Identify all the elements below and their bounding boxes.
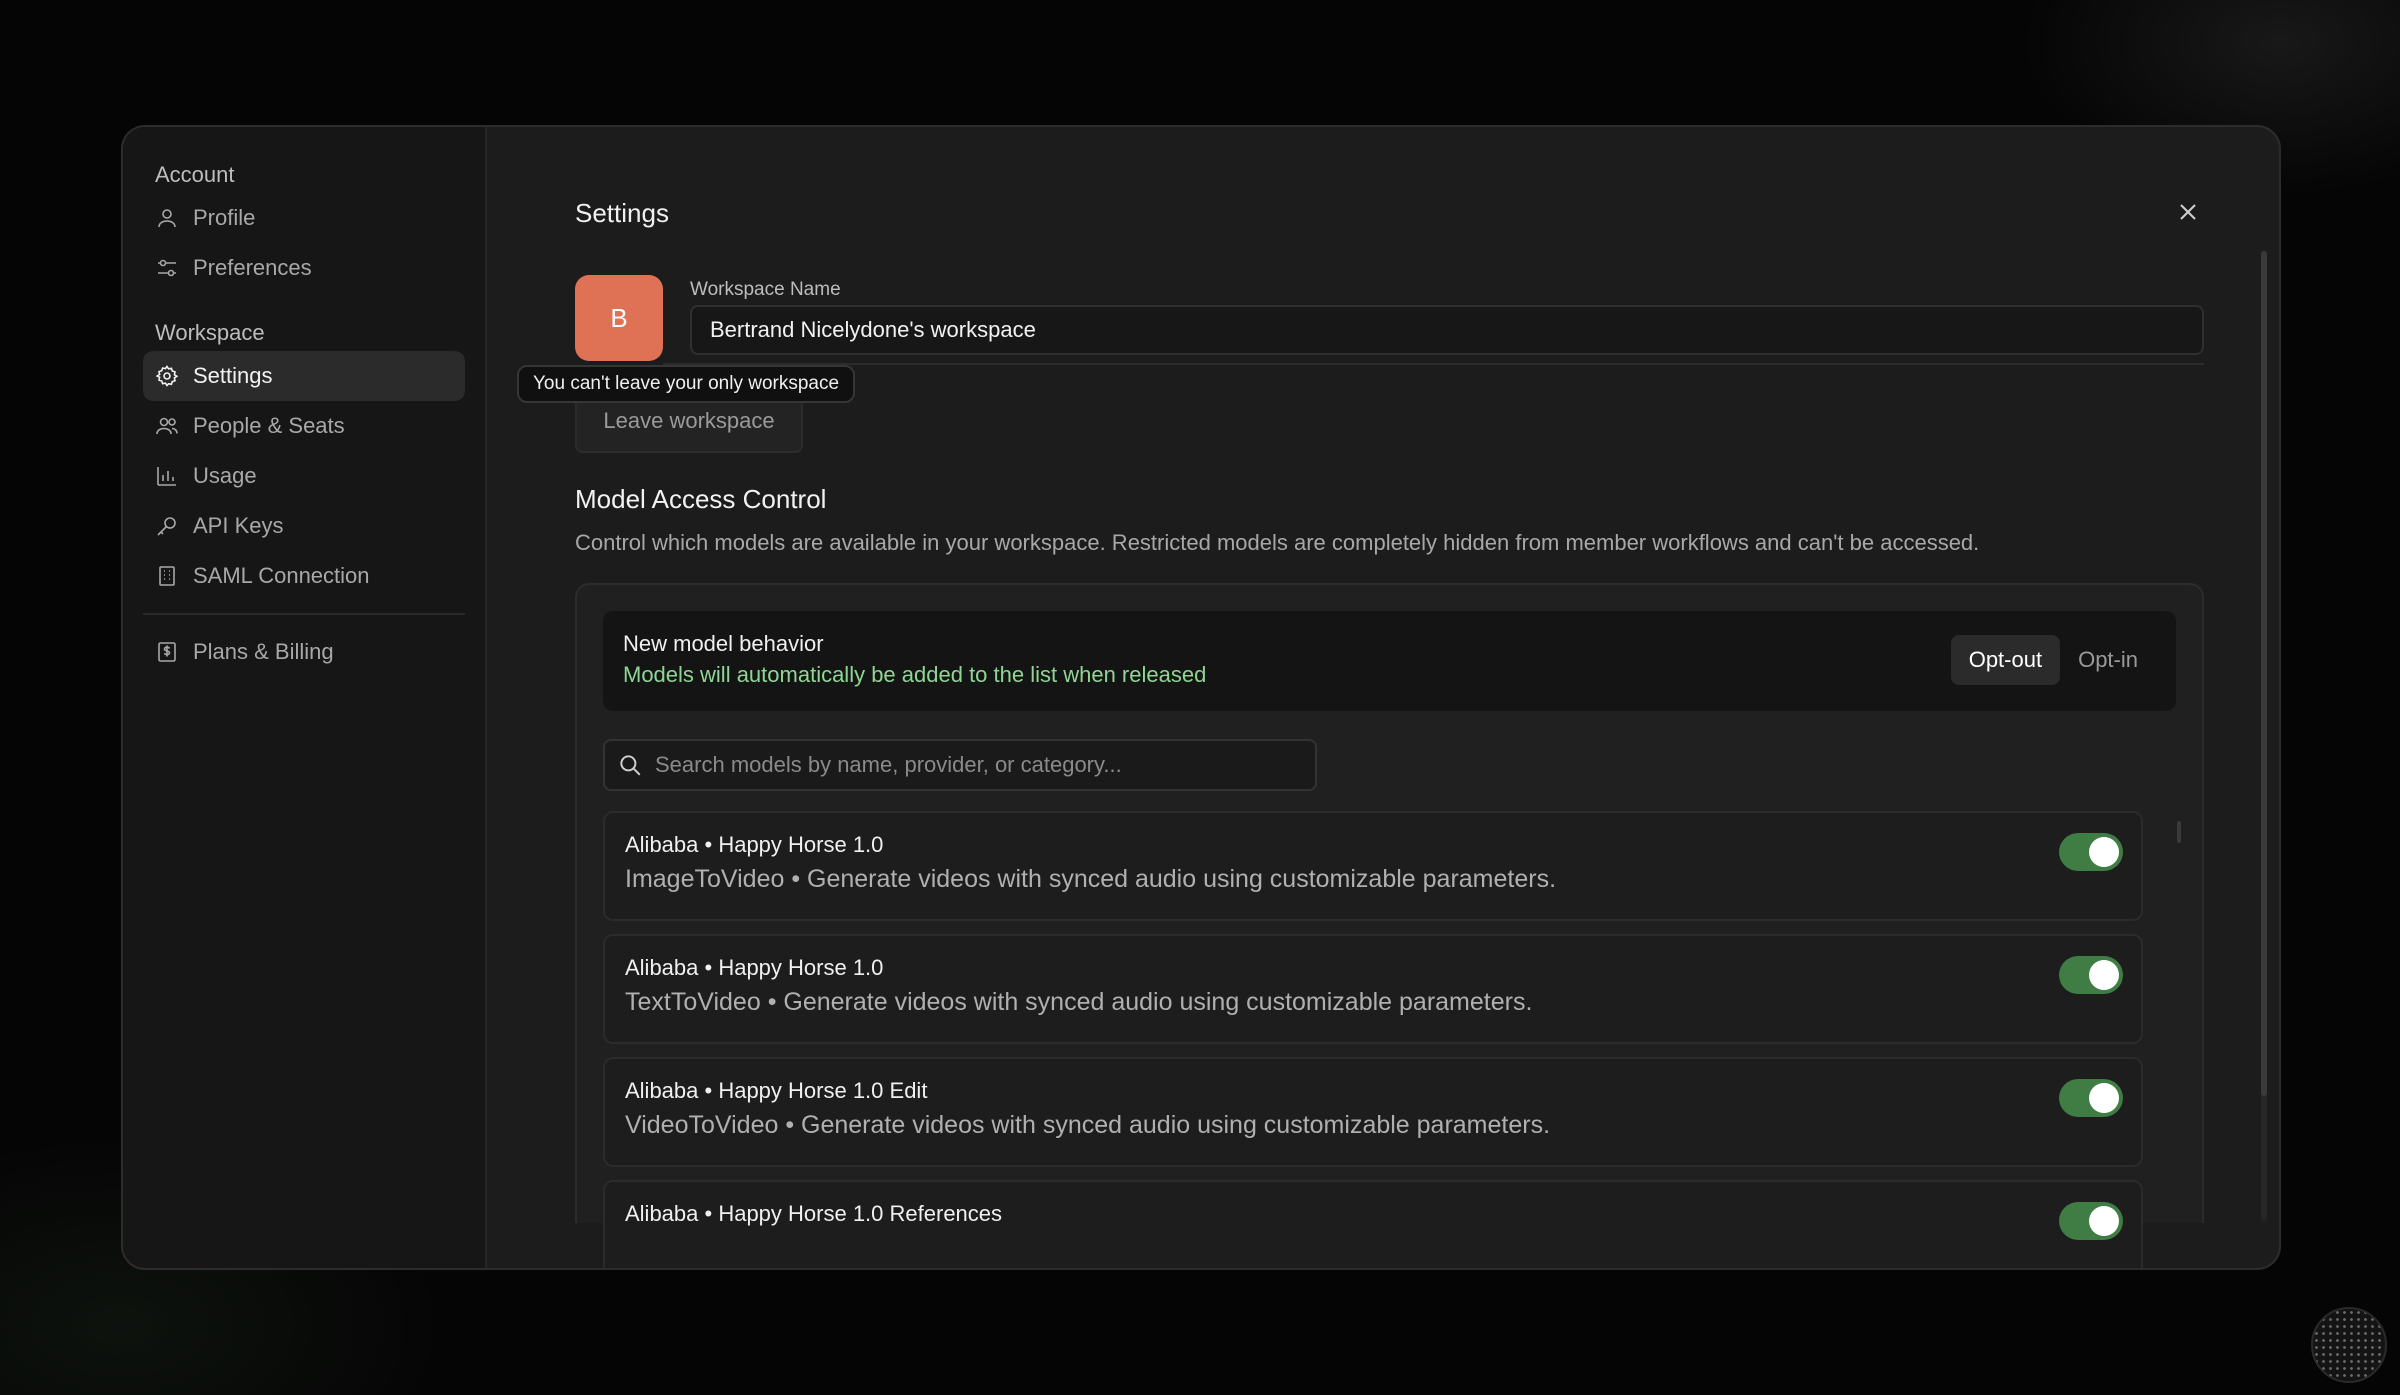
workspace-name-input[interactable] [690,305,2204,355]
sidebar-item-people-seats[interactable]: People & Seats [143,401,465,451]
building-icon [159,566,175,586]
model-name: Alibaba • Happy Horse 1.0 [625,955,884,980]
model-name: Alibaba • Happy Horse 1.0 References [625,1201,1003,1226]
workspace-name-label: Workspace Name [690,279,841,300]
toggle-knob [2089,1083,2119,1113]
content-scrollbar-thumb[interactable] [2261,251,2267,1096]
model-name: Alibaba • Happy Horse 1.0 [625,832,884,857]
sidebar-divider [143,613,465,615]
model-search-input[interactable] [655,752,1315,778]
sidebar-item-settings[interactable]: Settings [143,351,465,401]
new-model-behavior: New model behavior Models will automatic… [603,611,2176,711]
model-toggle[interactable] [2059,956,2123,994]
model-description: VideoToVideo • Generate videos with sync… [625,1111,1551,1139]
section-divider [663,363,2204,365]
users-icon [156,417,178,435]
close-button[interactable] [2173,197,2203,227]
toggle-knob [2089,960,2119,990]
model-list: Alibaba • Happy Horse 1.0 ImageToVideo •… [603,811,2181,1268]
search-icon [620,755,641,776]
workspace-avatar[interactable]: B [575,275,663,361]
toggle-knob [2089,1206,2119,1236]
bar-chart-icon [157,467,176,486]
sidebar-item-label: Plans & Billing [193,639,334,664]
toggle-knob [2089,837,2119,867]
sidebar-item-label: Profile [193,205,256,230]
settings-modal: Account Profile Preferences Workspace Se… [121,125,2281,1270]
model-access-description: Control which models are available in yo… [575,530,1980,555]
sidebar-item-usage[interactable]: Usage [143,451,465,501]
behavior-subtitle: Models will automatically be added to th… [623,662,1207,687]
model-toggle[interactable] [2059,1079,2123,1117]
close-icon [2180,204,2196,220]
model-item: Alibaba • Happy Horse 1.0 TextToVideo • … [603,934,2143,1044]
settings-content: Settings B Workspace Name You can't leav… [487,127,2279,1268]
sidebar-item-label: SAML Connection [193,563,370,588]
model-search [603,739,1317,791]
sidebar-section-account: Account [155,162,235,187]
settings-sidebar: Account Profile Preferences Workspace Se… [123,127,487,1268]
leave-workspace-tooltip: You can't leave your only workspace [517,365,856,403]
sidebar-item-label: People & Seats [193,413,345,438]
model-description: ImageToVideo • Generate videos with sync… [625,865,1557,893]
user-icon [158,209,176,228]
dollar-file-icon [158,642,176,662]
sidebar-item-api-keys[interactable]: API Keys [143,501,465,551]
model-access-title: Model Access Control [575,484,827,514]
key-icon [157,517,176,536]
sidebar-item-label: API Keys [193,513,284,538]
page-title: Settings [575,198,669,228]
model-item: Alibaba • Happy Horse 1.0 References [603,1180,2143,1268]
model-toggle[interactable] [2059,1202,2123,1240]
help-widget-button[interactable] [2311,1307,2387,1383]
gear-icon [155,365,179,387]
sidebar-item-saml-connection[interactable]: SAML Connection [143,551,465,601]
content-scrollbar[interactable] [2261,251,2267,1221]
model-description: TextToVideo • Generate videos with synce… [625,988,1533,1016]
behavior-segmented-control: Opt-out Opt-in [1950,635,2156,685]
workspace-name-field: Workspace Name [690,275,2204,363]
sidebar-section-workspace: Workspace [155,320,265,345]
model-access-panel: New model behavior Models will automatic… [575,583,2204,1268]
model-toggle[interactable] [2059,833,2123,871]
model-item: Alibaba • Happy Horse 1.0 ImageToVideo •… [603,811,2143,921]
sliders-icon [158,259,176,277]
opt-in-button[interactable]: Opt-in [2060,635,2156,685]
behavior-title: New model behavior [623,631,824,656]
sidebar-item-label: Settings [193,363,273,388]
sidebar-item-label: Preferences [193,255,312,280]
sidebar-item-preferences[interactable]: Preferences [143,243,465,293]
model-item: Alibaba • Happy Horse 1.0 Edit VideoToVi… [603,1057,2143,1167]
sidebar-item-profile[interactable]: Profile [143,193,465,243]
sidebar-item-label: Usage [193,463,257,488]
opt-out-button[interactable]: Opt-out [1950,635,2061,685]
workspace-row: B Workspace Name You can't leave your on… [517,275,2204,403]
sidebar-item-plans-billing[interactable]: Plans & Billing [143,627,465,677]
model-description [625,1230,2121,1266]
model-name: Alibaba • Happy Horse 1.0 Edit [625,1078,928,1103]
model-list-scrollbar[interactable] [2177,821,2181,843]
